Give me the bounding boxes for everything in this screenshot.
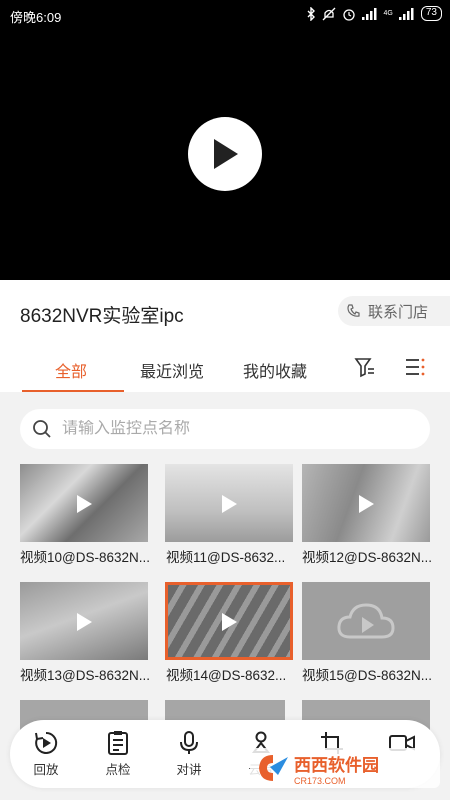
video-caption: 视频12@DS-8632N... — [302, 550, 433, 565]
video-caption: 视频13@DS-8632N... — [20, 668, 151, 683]
play-icon — [222, 495, 237, 513]
contact-store-button[interactable]: 联系门店 — [338, 296, 450, 326]
search-input[interactable] — [62, 420, 392, 438]
list-menu-icon[interactable] — [404, 356, 426, 378]
phone-icon — [347, 304, 360, 317]
video-thumbnail[interactable] — [302, 464, 430, 542]
watermark-subtext: CR173.COM — [294, 775, 346, 786]
bluetooth-icon — [307, 6, 315, 21]
app-screen: 傍晚6:09 4G 73 8632NVR实验室ipc 联系门店 全部 最近浏览 … — [0, 0, 450, 800]
video-caption: 视频15@DS-8632N... — [302, 668, 433, 683]
video-player[interactable]: 傍晚6:09 4G 73 — [0, 0, 450, 280]
video-thumbnail[interactable] — [20, 582, 148, 660]
mute-icon — [322, 7, 335, 20]
playback-button[interactable]: 回放 — [16, 730, 76, 778]
search-bar[interactable] — [20, 409, 430, 449]
intercom-button[interactable]: 对讲 — [159, 730, 219, 778]
microphone-icon — [180, 731, 198, 754]
alarm-icon — [342, 8, 355, 21]
video-thumbnail[interactable] — [20, 464, 148, 542]
tab-bar: 全部 最近浏览 我的收藏 — [0, 352, 450, 392]
watermark-text: 西西软件园 — [294, 755, 379, 775]
video-thumbnail-offline[interactable] — [302, 582, 430, 660]
tab-favorites[interactable]: 我的收藏 — [243, 358, 307, 382]
status-time: 傍晚6:09 — [10, 10, 62, 25]
play-icon — [77, 495, 92, 513]
status-bar: 傍晚6:09 4G 73 — [0, 0, 450, 30]
inspection-label: 点检 — [105, 763, 131, 777]
video-thumbnail[interactable] — [165, 464, 293, 542]
cloud-play-icon — [337, 603, 395, 639]
play-icon — [222, 613, 237, 631]
filter-icon[interactable] — [354, 356, 376, 378]
play-icon — [214, 139, 238, 169]
playback-label: 回放 — [33, 763, 59, 777]
intercom-label: 对讲 — [176, 763, 202, 777]
watermark-logo: 西西软件园 CR173.COM — [250, 748, 440, 788]
tab-all[interactable]: 全部 — [55, 358, 87, 382]
video-caption: 视频11@DS-8632... — [166, 550, 286, 565]
inspection-button[interactable]: 点检 — [88, 730, 148, 778]
signal-icon-2 — [398, 7, 414, 20]
checklist-icon — [108, 731, 128, 755]
signal-icon — [361, 7, 377, 20]
battery-indicator: 73 — [420, 6, 442, 21]
video-caption: 视频14@DS-8632... — [166, 668, 287, 683]
play-icon — [77, 613, 92, 631]
status-icons: 4G 73 — [306, 6, 442, 21]
tab-recent[interactable]: 最近浏览 — [140, 358, 204, 382]
device-header: 8632NVR实验室ipc 联系门店 全部 最近浏览 我的收藏 — [0, 280, 450, 392]
video-thumbnail-selected[interactable] — [165, 582, 293, 660]
device-title: 8632NVR实验室ipc — [20, 306, 184, 327]
active-tab-underline — [22, 390, 124, 392]
search-icon — [33, 420, 51, 438]
contact-store-label: 联系门店 — [368, 303, 429, 321]
video-caption: 视频10@DS-8632N... — [20, 550, 151, 565]
playback-icon — [35, 731, 58, 754]
site-logo-icon — [259, 755, 288, 781]
network-type: 4G — [383, 10, 393, 17]
play-icon — [359, 495, 374, 513]
play-button[interactable] — [188, 117, 262, 191]
